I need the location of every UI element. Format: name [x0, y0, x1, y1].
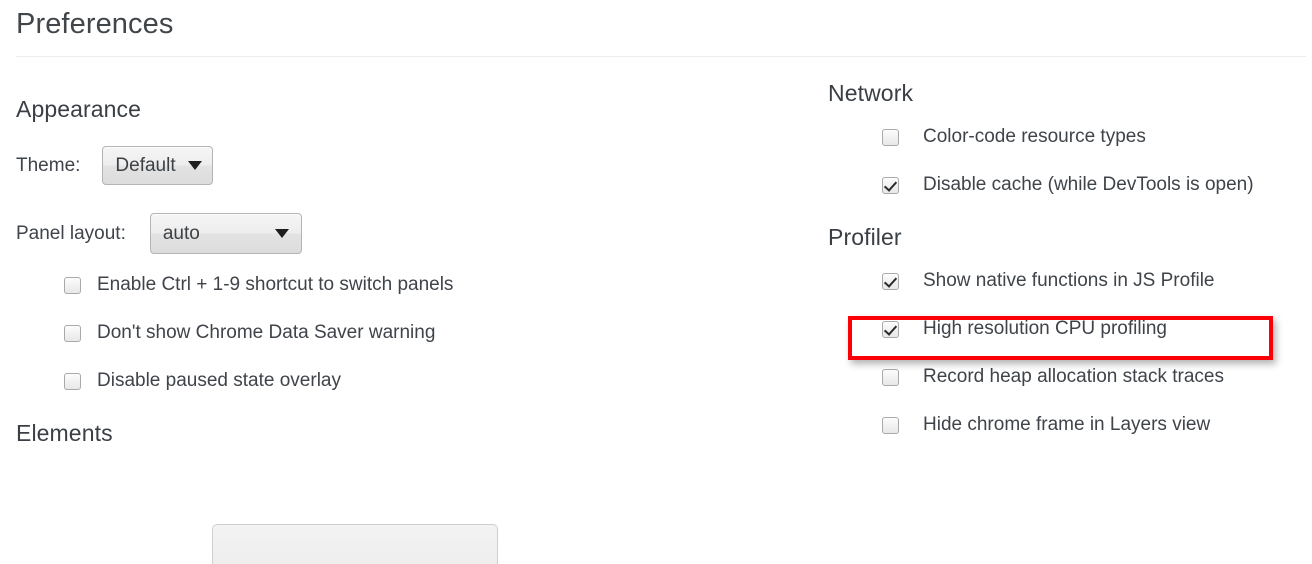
panel-layout-label: Panel layout:	[16, 222, 126, 244]
theme-select-value: Default	[115, 155, 176, 176]
checkbox-row-high-resolution-cpu-profiling[interactable]: High resolution CPU profiling	[828, 318, 1298, 340]
section-heading-appearance: Appearance	[16, 96, 142, 122]
checkbox-label-high-resolution-cpu-profiling: High resolution CPU profiling	[923, 318, 1167, 339]
section-heading-elements: Elements	[16, 420, 113, 446]
panel-layout-row: Panel layout: auto	[16, 213, 796, 254]
theme-row: Theme: Default	[16, 146, 796, 185]
checkbox-label-disable-cache: Disable cache (while DevTools is open)	[923, 174, 1254, 195]
checkbox-enable-ctrl-shortcut[interactable]	[64, 276, 81, 294]
panel-layout-select-value: auto	[162, 223, 200, 244]
section-heading-network: Network	[828, 80, 914, 106]
checkbox-high-resolution-cpu-profiling[interactable]	[882, 320, 899, 338]
checkbox-record-heap-allocation-stack-traces[interactable]	[882, 368, 899, 386]
checkbox-row-hide-chrome-frame-in-layers-view[interactable]: Hide chrome frame in Layers view	[828, 414, 1298, 436]
right-column: Network Color-code resource types Disabl…	[828, 72, 1298, 462]
chevron-down-icon	[274, 229, 289, 238]
left-column: Appearance Theme: Default Panel layout: …	[16, 72, 796, 448]
checkbox-label-enable-ctrl-shortcut: Enable Ctrl + 1-9 shortcut to switch pan…	[97, 274, 454, 295]
checkbox-label-show-native-functions: Show native functions in JS Profile	[923, 270, 1215, 291]
checkbox-row-record-heap-allocation-stack-traces[interactable]: Record heap allocation stack traces	[828, 366, 1298, 388]
checkbox-label-hide-chrome-frame-in-layers-view: Hide chrome frame in Layers view	[923, 414, 1211, 435]
checkbox-dont-show-data-saver-warning[interactable]	[64, 324, 81, 342]
page-title: Preferences	[16, 8, 174, 40]
checkbox-disable-paused-state-overlay[interactable]	[64, 372, 81, 390]
section-heading-profiler: Profiler	[828, 224, 902, 250]
checkbox-label-disable-paused-state-overlay: Disable paused state overlay	[97, 370, 341, 391]
checkbox-row-disable-cache[interactable]: Disable cache (while DevTools is open)	[828, 174, 1298, 196]
theme-label: Theme:	[16, 154, 81, 176]
checkbox-show-native-functions[interactable]	[882, 272, 899, 290]
checkbox-label-color-code-resource-types: Color-code resource types	[923, 126, 1146, 147]
appearance-checkbox-list: Enable Ctrl + 1-9 shortcut to switch pan…	[16, 274, 796, 392]
theme-select[interactable]: Default	[102, 146, 213, 185]
panel-layout-select[interactable]: auto	[149, 213, 302, 254]
checkbox-row-enable-ctrl-shortcut[interactable]: Enable Ctrl + 1-9 shortcut to switch pan…	[16, 274, 796, 296]
checkbox-label-record-heap-allocation-stack-traces: Record heap allocation stack traces	[923, 366, 1224, 387]
checkbox-color-code-resource-types[interactable]	[882, 128, 899, 146]
chevron-down-icon	[187, 161, 202, 170]
checkbox-row-disable-paused-state-overlay[interactable]: Disable paused state overlay	[16, 370, 796, 392]
title-divider	[16, 56, 1306, 57]
checkbox-label-dont-show-data-saver-warning: Don't show Chrome Data Saver warning	[97, 322, 436, 343]
checkbox-row-show-native-functions[interactable]: Show native functions in JS Profile	[828, 270, 1298, 292]
checkbox-disable-cache[interactable]	[882, 176, 899, 194]
profiler-checkbox-list: Show native functions in JS Profile High…	[828, 270, 1298, 436]
checkbox-hide-chrome-frame-in-layers-view[interactable]	[882, 416, 899, 434]
network-checkbox-list: Color-code resource types Disable cache …	[828, 126, 1298, 196]
checkbox-row-dont-show-data-saver-warning[interactable]: Don't show Chrome Data Saver warning	[16, 322, 796, 344]
checkbox-row-color-code-resource-types[interactable]: Color-code resource types	[828, 126, 1298, 148]
elements-field-input[interactable]	[212, 524, 498, 564]
